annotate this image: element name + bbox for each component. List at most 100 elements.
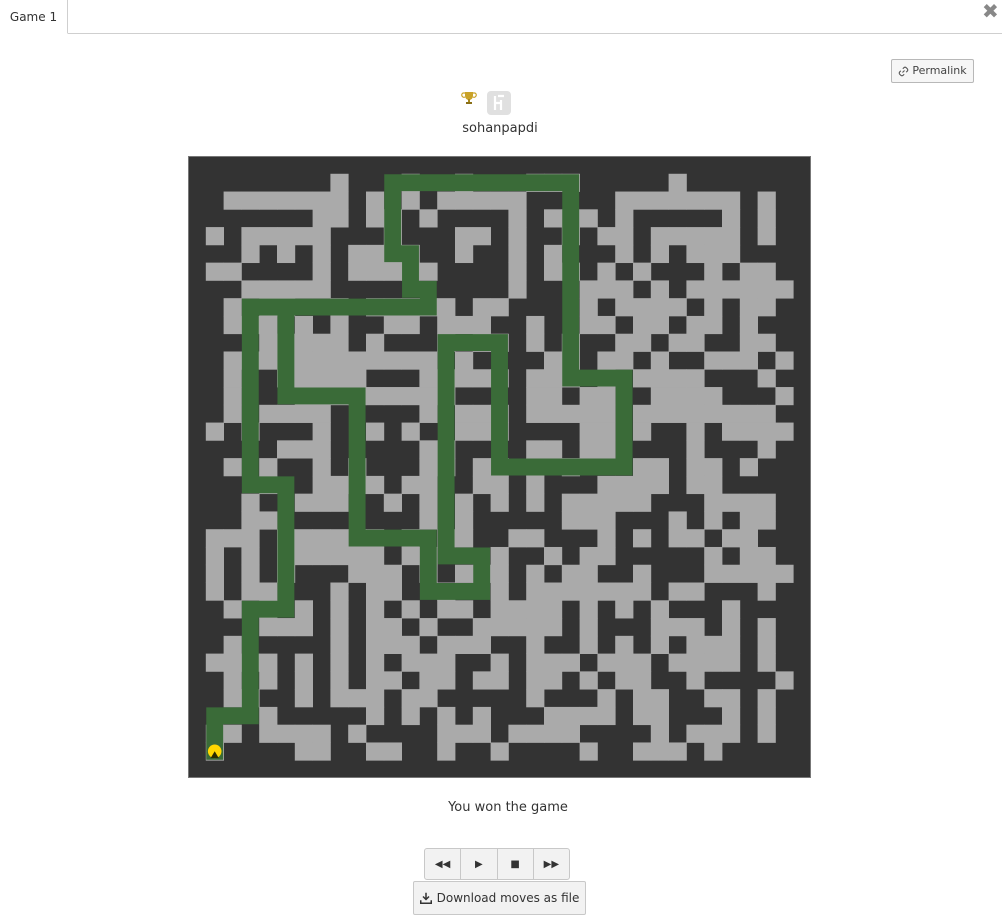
maze-wall <box>455 244 474 264</box>
tab-game-1[interactable]: Game 1 <box>0 0 68 34</box>
maze-wall <box>223 351 242 370</box>
maze-wall <box>205 227 224 246</box>
maze-wall <box>579 635 598 654</box>
maze-wall <box>597 706 616 726</box>
maze-wall <box>383 493 402 512</box>
maze-wall <box>383 742 402 761</box>
maze-wall <box>650 458 669 477</box>
maze-wall <box>650 227 669 246</box>
maze-wall <box>437 600 456 619</box>
maze-wall <box>597 582 616 601</box>
maze-wall <box>633 404 652 423</box>
maze-wall <box>366 582 385 601</box>
maze-wall <box>330 635 349 654</box>
maze-wall <box>366 706 385 726</box>
maze-wall <box>757 582 776 601</box>
maze-wall <box>544 440 563 459</box>
maze-wall <box>650 369 669 388</box>
maze-wall <box>544 671 563 690</box>
maze-wall <box>205 653 224 672</box>
maze-wall <box>330 618 349 637</box>
maze-wall <box>615 600 634 619</box>
maze-wall <box>526 493 545 512</box>
maze-wall <box>277 404 296 423</box>
fast-forward-button[interactable]: ▶▶ <box>534 849 569 879</box>
maze-wall <box>223 404 242 423</box>
maze-wall <box>633 564 652 583</box>
maze-wall <box>241 546 260 566</box>
maze-wall <box>668 404 687 423</box>
maze-wall <box>633 298 652 317</box>
maze-wall <box>615 333 634 352</box>
maze-wall <box>401 475 420 495</box>
maze-wall <box>490 298 509 317</box>
maze-wall <box>348 369 367 388</box>
maze-wall <box>455 422 474 441</box>
maze-wall <box>686 404 705 423</box>
maze-wall <box>205 582 224 601</box>
maze-wall <box>294 618 313 637</box>
maze-wall <box>722 635 741 654</box>
maze-wall <box>757 689 776 708</box>
maze-wall <box>561 511 580 530</box>
maze-wall <box>366 191 385 210</box>
maze-wall <box>312 458 331 477</box>
maze-wall <box>437 742 456 761</box>
maze-wall <box>294 440 313 459</box>
maze-wall <box>739 315 758 335</box>
maze-wall <box>223 724 242 743</box>
maze-wall <box>277 227 296 246</box>
maze-wall <box>455 529 474 548</box>
maze-wall <box>223 653 242 672</box>
maze-wall <box>508 262 527 281</box>
maze-wall <box>615 280 634 299</box>
rewind-button[interactable]: ◀◀ <box>425 849 462 879</box>
play-button[interactable]: ▶ <box>461 849 498 879</box>
maze-wall <box>650 475 669 495</box>
tab-bar: Game 1 ✖ <box>0 0 1002 34</box>
maze-wall <box>455 511 474 530</box>
maze-wall <box>775 422 794 441</box>
maze-wall <box>472 475 491 495</box>
maze-wall <box>757 440 776 459</box>
maze-wall <box>757 635 776 654</box>
maze-wall <box>544 351 563 370</box>
close-icon[interactable]: ✖ <box>982 1 999 21</box>
maze-wall <box>330 369 349 388</box>
maze-wall <box>508 227 527 246</box>
maze-wall <box>330 689 349 708</box>
maze-wall <box>312 404 331 423</box>
maze-wall <box>241 564 260 583</box>
maze-wall <box>330 475 349 495</box>
maze-wall <box>419 351 438 370</box>
maze-wall <box>597 546 616 566</box>
maze-wall <box>526 315 545 335</box>
maze-wall <box>526 635 545 654</box>
maze-wall <box>597 529 616 548</box>
maze-wall <box>259 280 278 299</box>
maze-wall <box>561 404 580 423</box>
maze-wall <box>419 440 438 459</box>
maze-wall <box>490 600 509 619</box>
maze-wall <box>686 458 705 477</box>
maze-wall <box>597 351 616 370</box>
maze-wall <box>579 440 598 459</box>
maze-wall <box>312 742 331 761</box>
maze-wall <box>223 387 242 406</box>
maze-wall <box>490 618 509 637</box>
maze-wall <box>686 315 705 335</box>
stop-button[interactable]: ■ <box>498 849 534 879</box>
maze-wall <box>526 369 545 388</box>
maze-wall <box>633 582 652 601</box>
maze-wall <box>241 582 260 601</box>
maze-wall <box>259 351 278 370</box>
permalink-button[interactable]: Permalink <box>891 59 974 83</box>
maze-board[interactable] <box>187 155 812 779</box>
download-moves-button[interactable]: Download moves as file <box>413 881 586 915</box>
maze-wall <box>401 191 420 210</box>
maze-wall <box>455 600 474 619</box>
maze-wall <box>561 706 580 726</box>
maze-wall <box>330 671 349 690</box>
maze-wall <box>205 564 224 583</box>
maze-wall <box>704 635 723 654</box>
